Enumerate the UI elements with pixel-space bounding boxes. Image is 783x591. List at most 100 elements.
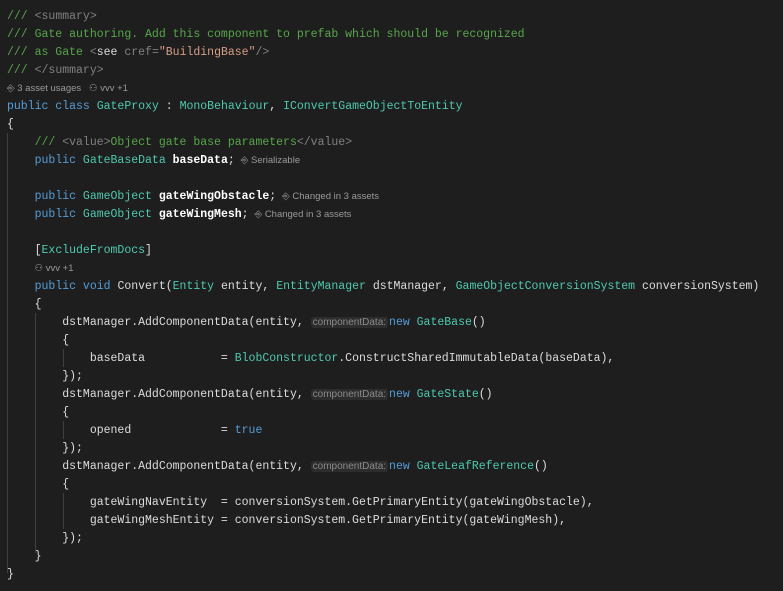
code-text: .ConstructSharedImmutableData(baseData), bbox=[338, 352, 615, 365]
code-text: gateWingMeshEntity = conversionSystem.Ge… bbox=[7, 514, 566, 527]
code-line[interactable] bbox=[7, 224, 759, 242]
code-text: : bbox=[158, 100, 180, 113]
doc-tag-token: < bbox=[89, 46, 97, 59]
field-name: gateWingMesh bbox=[158, 208, 242, 221]
code-lens[interactable]: ⎆ 3 asset usages ⚇ vvv +1 bbox=[7, 83, 128, 94]
code-text: [ bbox=[34, 244, 42, 257]
code-text: { bbox=[7, 118, 14, 131]
code-text: }); bbox=[7, 370, 83, 383]
code-text: { bbox=[7, 406, 70, 419]
type-token: GateLeafReference bbox=[416, 460, 534, 473]
type-token: IConvertGameObjectToEntity bbox=[283, 100, 463, 113]
indent-guide bbox=[63, 493, 64, 529]
code-editor[interactable]: /// <summary> /// Gate authoring. Add thi… bbox=[7, 8, 759, 584]
code-line[interactable]: gateWingNavEntity = conversionSystem.Get… bbox=[7, 494, 759, 512]
type-token: GateProxy bbox=[96, 100, 159, 113]
code-text: { bbox=[7, 478, 70, 491]
code-text: baseData = bbox=[7, 352, 235, 365]
code-text: } bbox=[7, 568, 14, 581]
code-text: () bbox=[533, 460, 548, 473]
keyword-token: new bbox=[389, 460, 417, 473]
code-line[interactable]: }); bbox=[7, 368, 759, 386]
code-line[interactable]: /// <summary> bbox=[7, 8, 759, 26]
code-line[interactable]: { bbox=[7, 116, 759, 134]
code-text: { bbox=[7, 334, 70, 347]
code-line[interactable]: public GameObject gateWingMesh; ⎆ Changed… bbox=[7, 206, 759, 224]
comment-token: /// Gate authoring. Add this component t… bbox=[7, 28, 525, 41]
code-text: }); bbox=[7, 442, 83, 455]
code-line[interactable]: ⚇ vvv +1 bbox=[7, 260, 759, 278]
inline-hint[interactable]: ⎆ Changed in 3 assets bbox=[282, 191, 379, 202]
string-token: "BuildingBase" bbox=[158, 46, 256, 59]
code-text: ; bbox=[241, 208, 249, 221]
indent-guide bbox=[63, 421, 64, 439]
code-line[interactable]: }); bbox=[7, 440, 759, 458]
code-text: see bbox=[96, 46, 125, 59]
code-lens[interactable]: ⚇ vvv +1 bbox=[35, 263, 74, 274]
code-text: ; bbox=[269, 190, 277, 203]
code-line[interactable]: [ExcludeFromDocs] bbox=[7, 242, 759, 260]
code-line[interactable]: /// </summary> bbox=[7, 62, 759, 80]
inline-hint[interactable]: ⎆ Changed in 3 assets bbox=[255, 209, 352, 220]
code-line[interactable]: { bbox=[7, 332, 759, 350]
keyword-token: public void bbox=[34, 280, 118, 293]
code-line[interactable]: public void Convert(Entity entity, Entit… bbox=[7, 278, 760, 296]
type-token: BlobConstructor bbox=[234, 352, 339, 365]
code-text: } bbox=[7, 550, 42, 563]
doc-tag-token: /> bbox=[255, 46, 270, 59]
code-text: { bbox=[7, 298, 42, 311]
keyword-token: new bbox=[389, 388, 417, 401]
code-text: Convert( bbox=[117, 280, 173, 293]
field-name: baseData bbox=[172, 154, 228, 167]
doc-tag-token: <value> bbox=[62, 136, 111, 149]
code-line[interactable]: dstManager.AddComponentData(entity, comp… bbox=[7, 386, 759, 404]
code-line[interactable]: } bbox=[7, 548, 759, 566]
type-token: ExcludeFromDocs bbox=[41, 244, 146, 257]
indent-guide bbox=[63, 349, 64, 367]
parameter-hint: componentData: bbox=[310, 317, 389, 328]
code-line[interactable]: /// as Gate <see cref="BuildingBase"/> bbox=[7, 44, 759, 62]
keyword-token: new bbox=[389, 316, 417, 329]
code-line[interactable]: { bbox=[7, 476, 759, 494]
keyword-token: public bbox=[34, 190, 83, 203]
type-token: GameObjectConversionSystem bbox=[455, 280, 642, 293]
code-line[interactable]: /// <value>Object gate base parameters</… bbox=[7, 134, 759, 152]
code-text: conversionSystem) bbox=[641, 280, 760, 293]
code-line[interactable]: { bbox=[7, 404, 759, 422]
doc-tag-token: cref= bbox=[124, 46, 159, 59]
code-line[interactable]: opened = true bbox=[7, 422, 759, 440]
code-text: ] bbox=[145, 244, 152, 257]
code-line[interactable]: ⎆ 3 asset usages ⚇ vvv +1 bbox=[7, 80, 759, 98]
type-token: GateBase bbox=[416, 316, 472, 329]
inline-hint[interactable]: ⎆ Serializable bbox=[241, 155, 300, 166]
doc-tag-token: </value> bbox=[296, 136, 353, 149]
code-text: opened = bbox=[7, 424, 235, 437]
code-text: dstManager, bbox=[372, 280, 456, 293]
code-line[interactable]: gateWingMeshEntity = conversionSystem.Ge… bbox=[7, 512, 759, 530]
code-line[interactable]: dstManager.AddComponentData(entity, comp… bbox=[7, 314, 759, 332]
code-line[interactable] bbox=[7, 170, 759, 188]
comment-token: /// bbox=[7, 10, 35, 23]
comment-token: /// bbox=[34, 136, 63, 149]
code-line[interactable]: /// Gate authoring. Add this component t… bbox=[7, 26, 759, 44]
field-name: gateWingObstacle bbox=[158, 190, 270, 203]
keyword-token: public class bbox=[7, 100, 97, 113]
code-text: , bbox=[269, 100, 284, 113]
type-token: GameObject bbox=[82, 190, 159, 203]
code-line[interactable]: public class GateProxy : MonoBehaviour, … bbox=[7, 98, 759, 116]
code-line[interactable]: } bbox=[7, 566, 759, 584]
code-line[interactable]: public GameObject gateWingObstacle; ⎆ Cha… bbox=[7, 188, 759, 206]
code-text: gateWingNavEntity = conversionSystem.Get… bbox=[7, 496, 594, 509]
code-line[interactable]: }); bbox=[7, 530, 759, 548]
code-line[interactable]: public GateBaseData baseData; ⎆ Serializa… bbox=[7, 152, 759, 170]
code-line[interactable]: dstManager.AddComponentData(entity, comp… bbox=[7, 458, 759, 476]
code-line[interactable]: baseData = BlobConstructor.ConstructShar… bbox=[7, 350, 759, 368]
parameter-hint: componentData: bbox=[310, 461, 389, 472]
keyword-token: true bbox=[234, 424, 263, 437]
code-line[interactable]: { bbox=[7, 296, 759, 314]
type-token: MonoBehaviour bbox=[179, 100, 270, 113]
doc-tag-token: </summary> bbox=[34, 64, 104, 77]
